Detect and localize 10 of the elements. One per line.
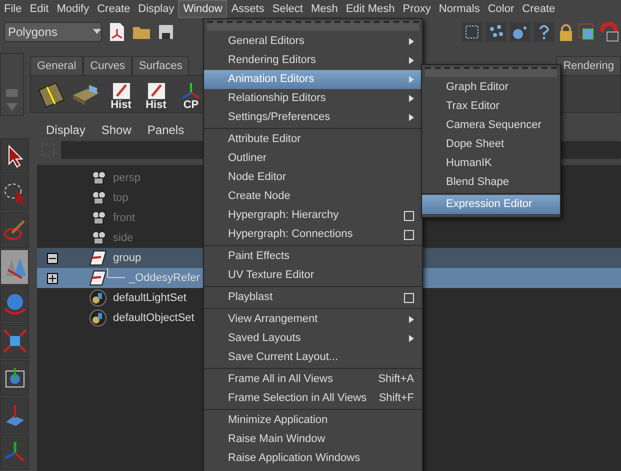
outliner-item-name: defaultLightSet <box>113 290 186 306</box>
outliner-item-name: front <box>113 210 136 226</box>
shortcut-label: Shift+A <box>378 372 414 388</box>
outliner-item-name: top <box>113 190 128 206</box>
outliner-item-name: defaultObjectSet <box>113 310 194 326</box>
outliner-item-name: side <box>113 230 134 246</box>
outliner-item-name: _OddesyRefer <box>129 270 200 286</box>
outliner-item-name: persp <box>113 170 141 186</box>
outliner-item-name: group <box>113 250 142 266</box>
shortcut-label: Shift+F <box>378 391 414 406</box>
